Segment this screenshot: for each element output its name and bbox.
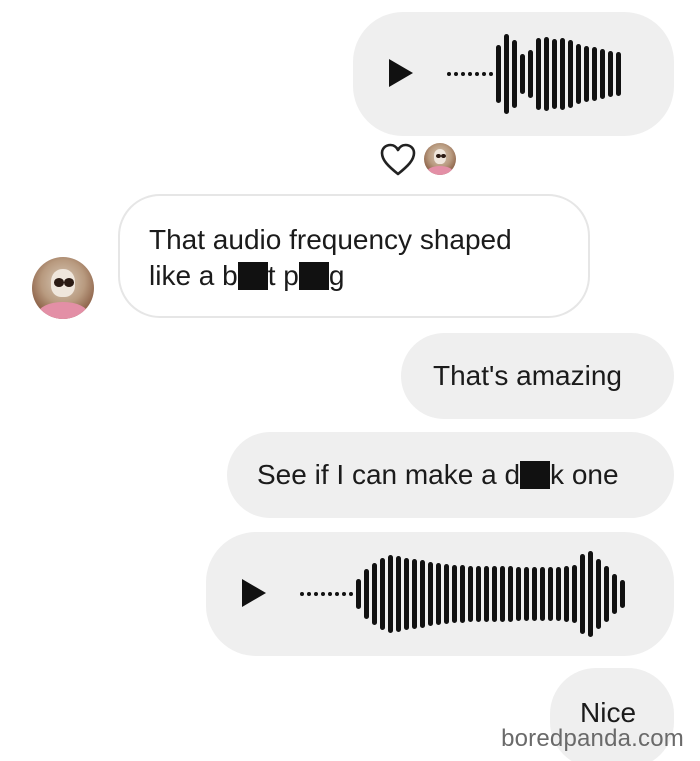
waveform-bar — [504, 34, 509, 114]
sender-avatar[interactable] — [32, 257, 94, 319]
waveform-bar — [508, 566, 513, 622]
waveform-bar — [412, 559, 417, 629]
message-text-segment: g — [328, 260, 345, 291]
waveform-bar — [612, 574, 617, 614]
chat-thread: That audio frequency shaped like a b t p g… — [0, 0, 700, 761]
waveform-bar — [620, 580, 625, 608]
message-text-segment: t p — [267, 260, 299, 291]
waveform-bar — [420, 560, 425, 628]
waveform-bar — [468, 566, 473, 622]
waveform-bar — [588, 551, 593, 637]
watermark: boredpanda.com — [501, 725, 684, 752]
message-text-line-2: like a b t p g — [149, 258, 344, 294]
waveform-bar — [460, 565, 465, 623]
redaction-block — [237, 262, 268, 290]
waveform-bar — [604, 566, 609, 622]
waveform-bar — [396, 556, 401, 632]
message-text-line-1: That audio frequency shaped — [149, 224, 512, 255]
waveform-bar — [516, 567, 521, 621]
waveform-bar — [572, 565, 577, 623]
waveform-dot — [300, 592, 304, 596]
waveform-bar — [496, 45, 501, 103]
waveform-bar — [568, 40, 573, 108]
message-text-segment: k one — [550, 459, 619, 490]
waveform-bar — [548, 567, 553, 621]
waveform-bar — [492, 566, 497, 622]
waveform-dot — [454, 72, 458, 76]
waveform-bar — [596, 559, 601, 629]
waveform-bar — [600, 49, 605, 99]
waveform-bar — [372, 563, 377, 625]
waveform-bar — [616, 52, 621, 96]
voice-message-bubble-1[interactable] — [353, 12, 674, 136]
waveform-bar — [444, 564, 449, 624]
waveform-bar — [580, 554, 585, 634]
waveform-dot — [321, 592, 325, 596]
play-icon[interactable] — [242, 579, 266, 607]
waveform-bar — [560, 38, 565, 110]
waveform-bar — [532, 567, 537, 621]
waveform-dot — [307, 592, 311, 596]
waveform-bar — [552, 39, 557, 109]
waveform-bar — [380, 558, 385, 630]
outgoing-message-bubble[interactable]: That's amazing — [401, 333, 674, 419]
waveform-dot — [328, 592, 332, 596]
reaction-avatar — [424, 143, 456, 175]
waveform-dot — [475, 72, 479, 76]
message-text: That's amazing — [433, 360, 622, 391]
incoming-message-bubble[interactable]: That audio frequency shaped like a b t p g — [118, 194, 590, 318]
message-text: See if I can make a d k one — [257, 457, 619, 493]
waveform-bar — [388, 555, 393, 633]
waveform-bar — [428, 562, 433, 626]
waveform-bar — [584, 46, 589, 102]
waveform-dot — [314, 592, 318, 596]
audio-waveform — [447, 34, 624, 114]
waveform-bar — [436, 563, 441, 625]
waveform-bar — [524, 567, 529, 621]
outgoing-message-bubble[interactable]: See if I can make a d k one — [227, 432, 674, 518]
waveform-bar — [520, 54, 525, 94]
waveform-dot — [468, 72, 472, 76]
message-text-segment: See if I can make a d — [257, 459, 521, 490]
waveform-dot — [489, 72, 493, 76]
waveform-bar — [356, 579, 361, 609]
play-icon[interactable] — [389, 59, 413, 87]
redaction-block — [520, 461, 551, 489]
waveform-bar — [536, 38, 541, 110]
waveform-bar — [608, 51, 613, 97]
waveform-bar — [556, 567, 561, 621]
waveform-bar — [500, 566, 505, 622]
waveform-bar — [540, 567, 545, 621]
waveform-bar — [404, 558, 409, 630]
waveform-bar — [544, 37, 549, 111]
redaction-block — [298, 262, 329, 290]
waveform-bar — [528, 50, 533, 98]
waveform-bar — [592, 47, 597, 101]
message-text-segment: like a b — [149, 260, 238, 291]
heart-outline-icon[interactable] — [380, 143, 416, 177]
waveform-bar — [364, 569, 369, 619]
waveform-dot — [349, 592, 353, 596]
waveform-dot — [342, 592, 346, 596]
voice-message-bubble-2[interactable] — [206, 532, 674, 656]
waveform-bar — [576, 44, 581, 104]
waveform-dot — [482, 72, 486, 76]
waveform-bar — [564, 566, 569, 622]
waveform-dot — [461, 72, 465, 76]
audio-waveform — [300, 550, 628, 638]
waveform-bar — [484, 566, 489, 622]
waveform-bar — [476, 566, 481, 622]
waveform-dot — [447, 72, 451, 76]
waveform-bar — [452, 565, 457, 623]
waveform-dot — [335, 592, 339, 596]
waveform-bar — [512, 40, 517, 108]
